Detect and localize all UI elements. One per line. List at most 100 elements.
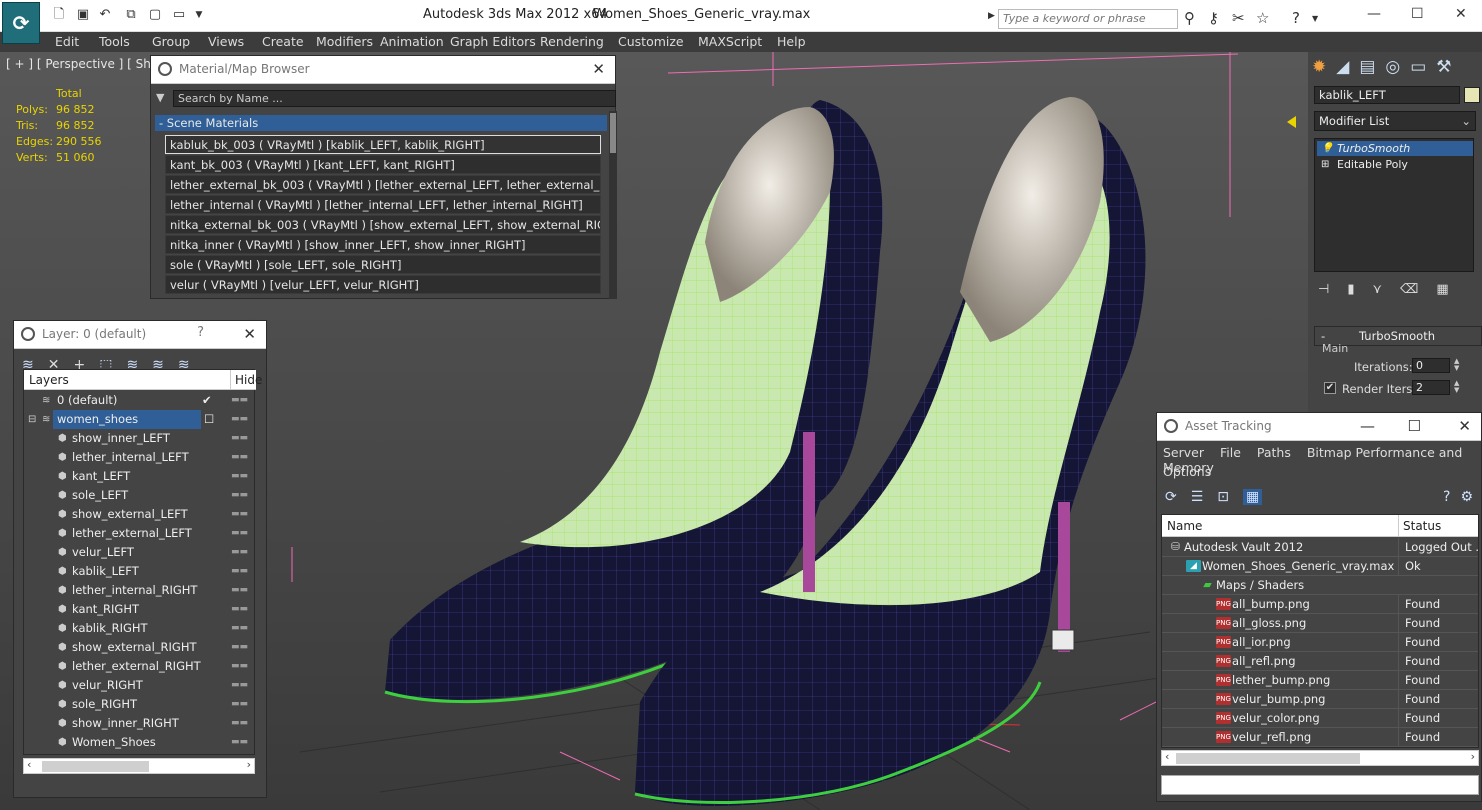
material-item[interactable]: velur ( VRayMtl ) [velur_LEFT, velur_RIG…	[165, 275, 601, 294]
layer-object-row[interactable]: ⬢ lether_internal_LEFT ▬▬	[24, 448, 254, 467]
thumbnail-view-icon[interactable]: ⊡	[1217, 489, 1229, 505]
list-view-icon[interactable]: ☰	[1191, 489, 1204, 505]
asset-row[interactable]: PNG all_gloss.png Found	[1162, 614, 1478, 633]
hide-toggle[interactable]: ▬▬	[231, 714, 248, 733]
asset-horizontal-scrollbar[interactable]: ‹ ›	[1161, 750, 1479, 766]
modifier-list-dropdown[interactable]: Modifier List ⌄	[1314, 111, 1476, 131]
filter-dropdown-icon[interactable]: ▼	[156, 91, 164, 104]
spinner-arrows-icon[interactable]: ▲ ▼	[1454, 358, 1459, 372]
object-name-field[interactable]: kablik_LEFT	[1314, 86, 1460, 104]
save-icon[interactable]: ▣	[74, 7, 92, 23]
layer-object-row[interactable]: ⬢ kant_LEFT ▬▬	[24, 467, 254, 486]
name-column-header[interactable]: Name	[1167, 515, 1202, 537]
hide-toggle[interactable]: ▬▬	[231, 410, 248, 429]
menu-group[interactable]: Group	[152, 34, 190, 49]
collapse-icon[interactable]: ⊟	[28, 410, 36, 429]
material-item[interactable]: kabluk_bk_003 ( VRayMtl ) [kablik_LEFT, …	[165, 135, 601, 154]
table-view-icon[interactable]: ▦	[1243, 489, 1263, 505]
hide-toggle[interactable]: ▬▬	[231, 429, 248, 448]
layer-title-bar[interactable]: Layer: 0 (default) ? ✕	[14, 321, 266, 349]
maximize-icon[interactable]: ☐	[1411, 6, 1424, 22]
app-logo-icon[interactable]: ⟳	[2, 2, 40, 44]
help-dropdown-icon[interactable]: ▼	[1312, 14, 1318, 23]
object-color-swatch[interactable]	[1464, 87, 1480, 103]
hide-toggle[interactable]: ▬▬	[231, 391, 248, 410]
hide-toggle[interactable]: ▬▬	[231, 695, 248, 714]
menu-options[interactable]: Options	[1163, 464, 1211, 479]
layer-object-row[interactable]: ⬢ lether_external_LEFT ▬▬	[24, 524, 254, 543]
layer-object-row[interactable]: ⬢ show_external_RIGHT ▬▬	[24, 638, 254, 657]
hide-toggle[interactable]: ▬▬	[231, 600, 248, 619]
menu-animation[interactable]: Animation	[380, 34, 444, 49]
menu-customize[interactable]: Customize	[618, 34, 684, 49]
iterations-spinner[interactable]: 0	[1412, 358, 1450, 373]
hide-toggle[interactable]: ▬▬	[231, 638, 248, 657]
layer-object-row[interactable]: ⬢ show_external_LEFT ▬▬	[24, 505, 254, 524]
menu-help[interactable]: Help	[777, 34, 806, 49]
asset-row[interactable]: ◢ Women_Shoes_Generic_vray.max Ok	[1162, 557, 1478, 576]
layer-object-row[interactable]: ⬢ velur_LEFT ▬▬	[24, 543, 254, 562]
layer-row-default[interactable]: ≋ 0 (default) ✔ ▬▬	[24, 391, 254, 410]
hide-toggle[interactable]: ▬▬	[231, 543, 248, 562]
hide-toggle[interactable]: ▬▬	[231, 676, 248, 695]
project-folder-icon[interactable]: ▢	[146, 7, 164, 23]
menu-server[interactable]: Server	[1163, 445, 1204, 460]
asset-row[interactable]: PNG lether_bump.png Found	[1162, 671, 1478, 690]
layer-object-row[interactable]: ⬢ show_inner_RIGHT ▬▬	[24, 714, 254, 733]
infocenter-search-input[interactable]: Type a keyword or phrase	[998, 9, 1178, 29]
favorites-star-icon[interactable]: ☆	[1256, 9, 1269, 27]
hide-column-header[interactable]: Hide	[230, 370, 262, 390]
material-item[interactable]: lether_internal ( VRayMtl ) [lether_inte…	[165, 195, 601, 214]
active-check-icon[interactable]: ✔	[202, 391, 212, 410]
layer-object-row[interactable]: ⬢ velur_RIGHT ▬▬	[24, 676, 254, 695]
asset-row[interactable]: PNG all_ior.png Found	[1162, 633, 1478, 652]
layer-object-row[interactable]: ⬢ lether_internal_RIGHT ▬▬	[24, 581, 254, 600]
menu-file[interactable]: File	[1220, 445, 1241, 460]
menu-create[interactable]: Create	[262, 34, 304, 49]
help-icon[interactable]: ?	[1443, 489, 1450, 505]
hide-toggle[interactable]: ▬▬	[231, 581, 248, 600]
menu-maxscript[interactable]: MAXScript	[698, 34, 762, 49]
asset-row[interactable]: PNG all_refl.png Found	[1162, 652, 1478, 671]
layer-object-row[interactable]: ⬢ Women_Shoes ▬▬	[24, 733, 254, 752]
scene-materials-group[interactable]: - Scene Materials	[155, 115, 607, 131]
stack-item-editable-poly[interactable]: ⊞ Editable Poly	[1317, 157, 1473, 172]
layer-object-row[interactable]: ⬢ kant_RIGHT ▬▬	[24, 600, 254, 619]
asset-row[interactable]: PNG velur_bump.png Found	[1162, 690, 1478, 709]
close-icon[interactable]: ✕	[243, 325, 256, 343]
layer-object-row[interactable]: ⬢ kablik_LEFT ▬▬	[24, 562, 254, 581]
scroll-right-icon[interactable]: ›	[1471, 750, 1475, 763]
close-icon[interactable]: ✕	[1455, 6, 1467, 22]
modify-tab-icon[interactable]: ◢	[1336, 57, 1349, 77]
viewport-icon[interactable]: ▭	[170, 7, 188, 23]
settings-icon[interactable]: ⚙	[1460, 489, 1473, 505]
refresh-icon[interactable]: ⟳	[1165, 489, 1177, 505]
hide-toggle[interactable]: ▬▬	[231, 486, 248, 505]
layer-object-row[interactable]: ⬢ show_inner_LEFT ▬▬	[24, 429, 254, 448]
asset-row[interactable]: PNG velur_color.png Found	[1162, 709, 1478, 728]
quick-access-dropdown-icon[interactable]: ▼	[190, 7, 208, 23]
remove-modifier-icon[interactable]: ⌫	[1400, 282, 1418, 297]
motion-tab-icon[interactable]: ◎	[1385, 57, 1400, 77]
menu-views[interactable]: Views	[208, 34, 244, 49]
help-icon[interactable]: ?	[1292, 9, 1300, 27]
key-icon[interactable]: ⚷	[1208, 9, 1219, 27]
stack-item-turbosmooth[interactable]: 💡 TurboSmooth	[1317, 141, 1473, 156]
communication-center-icon[interactable]: ✂	[1232, 9, 1245, 27]
hold-icon[interactable]: ⧉	[122, 7, 140, 23]
material-item[interactable]: nitka_external_bk_003 ( VRayMtl ) [show_…	[165, 215, 601, 234]
close-icon[interactable]: ✕	[592, 60, 605, 78]
layers-column-header[interactable]: Layers	[29, 370, 69, 390]
asset-row[interactable]: ⛁Autodesk Vault 2012 Logged Out ...	[1162, 538, 1478, 557]
hide-toggle[interactable]: ▬▬	[231, 733, 248, 752]
menu-edit[interactable]: Edit	[55, 34, 79, 49]
expand-icon[interactable]: ⊞	[1321, 157, 1329, 172]
menu-paths[interactable]: Paths	[1257, 445, 1291, 460]
binoculars-icon[interactable]: ⚲	[1184, 9, 1195, 27]
render-iters-spinner[interactable]: 2	[1412, 380, 1450, 395]
menu-modifiers[interactable]: Modifiers	[316, 34, 373, 49]
minimize-icon[interactable]: —	[1367, 6, 1381, 22]
material-browser-title-bar[interactable]: Material/Map Browser ✕	[151, 56, 615, 84]
hide-toggle[interactable]: ▬▬	[231, 562, 248, 581]
scroll-left-icon[interactable]: ‹	[1165, 750, 1169, 763]
